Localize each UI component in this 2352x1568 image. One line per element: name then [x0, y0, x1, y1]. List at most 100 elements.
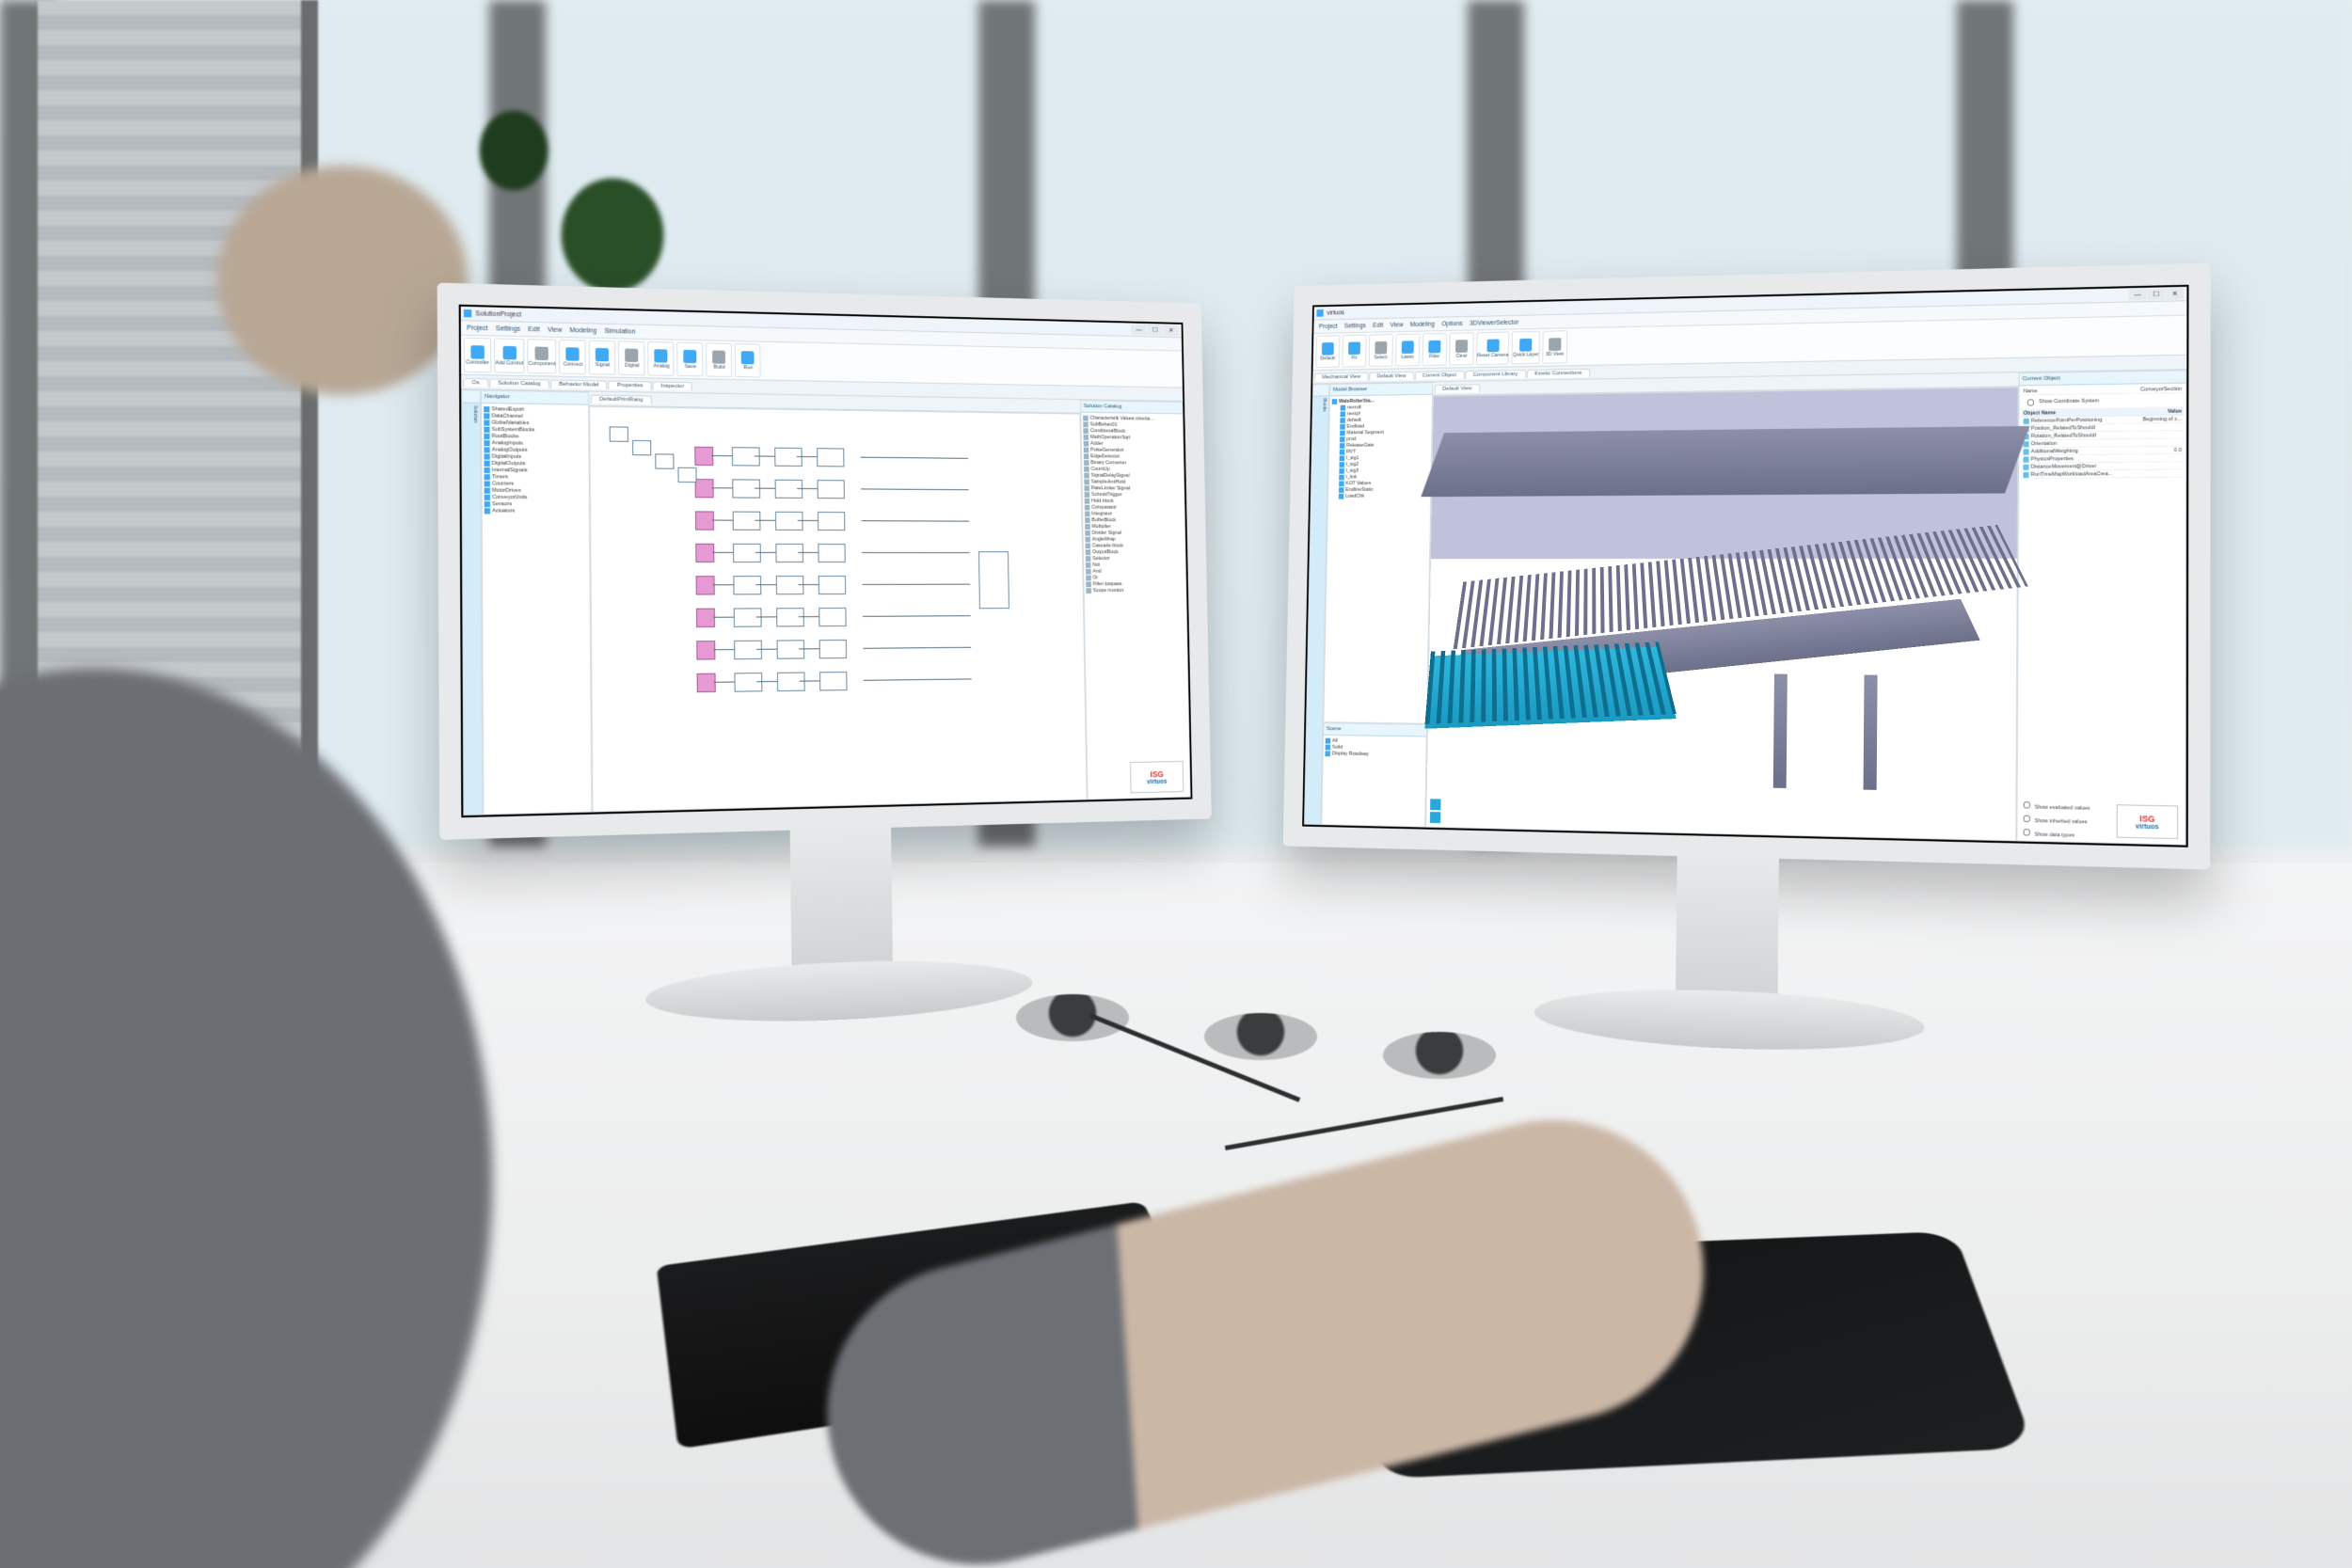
- diagram-block[interactable]: [819, 640, 847, 658]
- ribbon-signal[interactable]: Signal: [589, 341, 616, 375]
- tree-item[interactable]: Actuators: [485, 507, 587, 515]
- ribbon-controller[interactable]: Controller: [464, 338, 491, 373]
- ribbon-quick-layer[interactable]: Quick Layer: [1512, 331, 1540, 365]
- tab-current-object[interactable]: Current Object: [1414, 371, 1464, 380]
- menu-settings[interactable]: Settings: [1344, 323, 1366, 329]
- menu-simulation[interactable]: Simulation: [604, 327, 635, 335]
- pause-icon[interactable]: [1430, 812, 1440, 823]
- menu-view[interactable]: View: [1391, 322, 1404, 328]
- ribbon-default[interactable]: Default: [1315, 335, 1340, 368]
- diagram-block[interactable]: [610, 426, 628, 442]
- close-button[interactable]: ✕: [2166, 288, 2184, 300]
- ribbon-select[interactable]: Select: [1369, 334, 1393, 367]
- maximize-button[interactable]: ☐: [1148, 325, 1163, 336]
- tab-properties[interactable]: Properties: [609, 380, 652, 389]
- menu-view[interactable]: View: [548, 326, 562, 333]
- ribbon-clear[interactable]: Clear: [1449, 332, 1474, 365]
- diagram-block[interactable]: [818, 512, 845, 531]
- diagram-block[interactable]: [696, 641, 715, 660]
- diagram-block[interactable]: [655, 453, 674, 468]
- diagram-block[interactable]: [818, 480, 845, 499]
- property-value[interactable]: 0.0: [2174, 447, 2182, 452]
- diagram-block[interactable]: [978, 551, 1009, 609]
- diagram-block[interactable]: [776, 576, 804, 594]
- diagram-block[interactable]: [677, 467, 696, 483]
- diagram-tab[interactable]: DefaultPrintRang: [591, 394, 651, 404]
- viewport-3d[interactable]: [1425, 387, 2019, 841]
- diagram-block[interactable]: [733, 576, 761, 594]
- tab-default-view[interactable]: Default View: [1369, 372, 1413, 380]
- diagram-block[interactable]: [632, 440, 651, 455]
- diagram-block[interactable]: [734, 608, 762, 626]
- ribbon-fit[interactable]: Fit: [1342, 335, 1366, 368]
- viewport-tab[interactable]: Default View: [1435, 384, 1480, 392]
- property-value[interactable]: Beginning of c...: [2143, 416, 2182, 422]
- tab-solution-catalog[interactable]: Solution Catalog: [489, 378, 549, 388]
- ribbon-lasso[interactable]: Lasso: [1395, 333, 1420, 366]
- tree-item[interactable]: LoadChk: [1330, 492, 1429, 499]
- diagram-block[interactable]: [776, 608, 804, 626]
- ribbon-build[interactable]: Build: [707, 342, 733, 377]
- option-checkbox[interactable]: [2024, 816, 2030, 822]
- play-icon[interactable]: [1430, 799, 1440, 810]
- side-rail-label[interactable]: Solution: [462, 404, 482, 815]
- tab-mechanical-view[interactable]: Mechanical View: [1314, 372, 1368, 381]
- diagram-block[interactable]: [696, 609, 715, 627]
- navigator-tree[interactable]: SharedExportDataChannelGlobalVariablesSu…: [482, 404, 591, 815]
- tab-component-library[interactable]: Component Library: [1465, 369, 1526, 378]
- node-icon: [1340, 449, 1345, 454]
- ribbon-save[interactable]: Save: [677, 342, 704, 377]
- menu-modeling[interactable]: Modeling: [1410, 321, 1435, 327]
- minimize-button[interactable]: —: [2129, 289, 2147, 301]
- menu-modeling[interactable]: Modeling: [569, 326, 596, 334]
- catalog-item[interactable]: Scope monitor: [1086, 587, 1184, 594]
- ribbon-reset-camera[interactable]: Reset Camera: [1476, 332, 1510, 366]
- diagram-block[interactable]: [777, 640, 805, 658]
- menu-project[interactable]: Project: [467, 325, 488, 332]
- catalog-list[interactable]: Characteristik Values orienta...SubBehav…: [1081, 413, 1189, 800]
- tree-item[interactable]: Display Roadway: [1325, 750, 1423, 758]
- diagram-block[interactable]: [817, 448, 844, 467]
- menu-options[interactable]: Options: [1441, 321, 1462, 327]
- ribbon-3d-view[interactable]: 3D View: [1542, 330, 1567, 364]
- tab-os[interactable]: Os: [463, 377, 488, 387]
- option-checkbox[interactable]: [2024, 801, 2030, 808]
- menu-edit[interactable]: Edit: [1373, 322, 1383, 328]
- show-cs-checkbox[interactable]: [2027, 399, 2034, 405]
- ribbon-analog[interactable]: Analog: [648, 341, 675, 376]
- tab-kinetic-connections[interactable]: Kinetic Connections: [1527, 368, 1590, 377]
- ribbon-add-control[interactable]: Add Control: [494, 338, 524, 372]
- scene-list[interactable]: AllSolidDisplay Roadway: [1322, 736, 1426, 827]
- catalog-item[interactable]: Selector: [1086, 555, 1184, 562]
- close-button[interactable]: ✕: [1164, 325, 1179, 336]
- ribbon-connect[interactable]: Connect: [560, 340, 587, 374]
- model-browser-tree[interactable]: WaleRollerSta...nexrollnextpfdefaultEndl…: [1324, 395, 1432, 723]
- diagram-block[interactable]: [819, 672, 847, 690]
- ribbon-component[interactable]: Component: [527, 339, 556, 373]
- ribbon-filter[interactable]: Filter: [1422, 333, 1447, 366]
- ribbon-digital[interactable]: Digital: [619, 341, 646, 375]
- object-name-value[interactable]: ConveyorSection: [2140, 386, 2182, 392]
- option-checkbox[interactable]: [2024, 829, 2030, 835]
- ribbon-run[interactable]: Run: [735, 343, 761, 378]
- diagram-block[interactable]: [696, 576, 715, 594]
- diagram-block[interactable]: [818, 576, 846, 594]
- maximize-button[interactable]: ☐: [2147, 288, 2165, 300]
- app-control-designer: SolutionProject — ☐ ✕ ProjectSettingsEdi…: [461, 307, 1191, 816]
- diagram-block[interactable]: [818, 608, 846, 626]
- schematic-canvas[interactable]: [589, 406, 1087, 813]
- diagram-block[interactable]: [777, 673, 805, 692]
- menu-3dviewerselector[interactable]: 3DViewerSelector: [1470, 319, 1518, 326]
- diagram-block[interactable]: [697, 673, 716, 693]
- menu-settings[interactable]: Settings: [496, 325, 520, 333]
- catalog-item[interactable]: OutputBlock: [1086, 548, 1184, 555]
- diagram-block[interactable]: [818, 544, 845, 562]
- ribbon-icon: [502, 345, 516, 359]
- menu-edit[interactable]: Edit: [528, 325, 539, 332]
- minimize-button[interactable]: —: [1131, 324, 1147, 335]
- diagram-block[interactable]: [734, 673, 762, 692]
- tab-inspector[interactable]: Inspector: [652, 381, 692, 390]
- diagram-block[interactable]: [734, 641, 762, 660]
- tab-behavior-model[interactable]: Behavior Model: [550, 379, 608, 388]
- menu-project[interactable]: Project: [1319, 323, 1338, 329]
